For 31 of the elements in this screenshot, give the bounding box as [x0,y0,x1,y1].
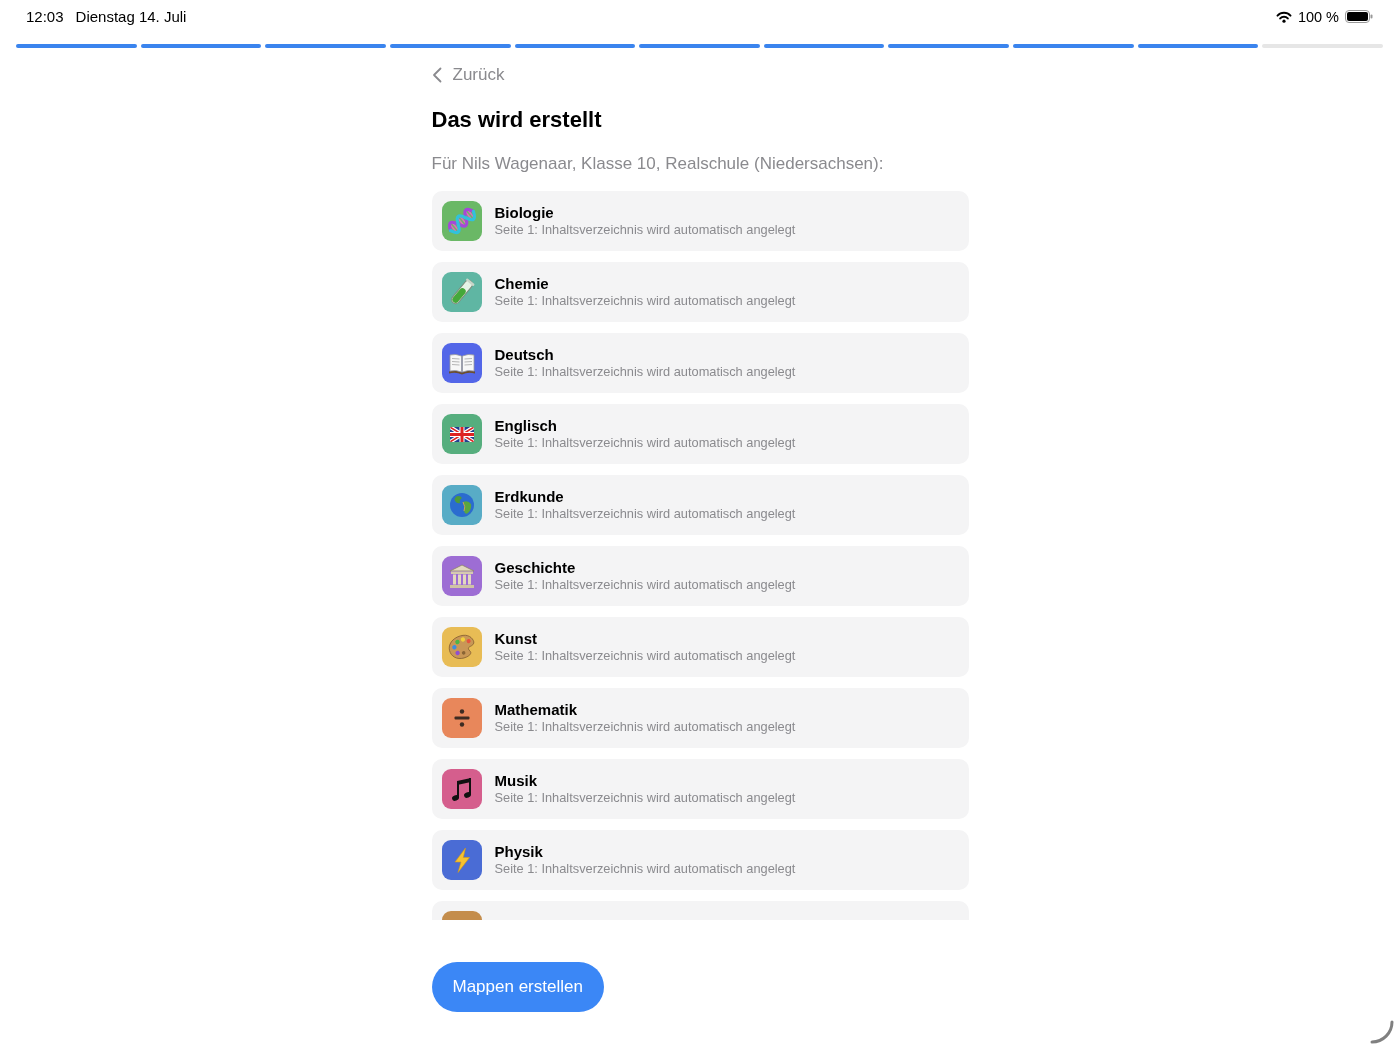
subject-title: Kunst [494,630,537,648]
page-title: Das wird erstellt [431,106,602,134]
battery-icon [1345,10,1373,23]
subject-title: Biologie [494,204,554,222]
status-time: 12:03 [26,8,64,25]
subject-description: Seite 1: Inhaltsverzeichnis wird automatisch angelegt [494,719,796,735]
subject-description: Seite 1: Inhaltsverzeichnis wird automatisch angelegt [494,222,796,238]
subject-description: Seite 1: Inhaltsverzeichnis wird automatisch angelegt [494,506,796,522]
subject-description: Seite 1: Inhaltsverzeichnis wird automatisch angelegt [494,364,796,380]
page-subtitle: Für Nils Wagenaar, Klasse 10, Realschule (Niedersachsen): [431,153,884,175]
chevron-left-icon [431,67,442,83]
back-button[interactable]: Zurück [431,64,505,86]
subject-description: Seite 1: Inhaltsverzeichnis wird automatisch angelegt [494,577,796,593]
subject-description: Seite 1: Inhaltsverzeichnis wird automatisch angelegt [494,790,796,806]
subject-title: Mathematik [494,701,578,719]
subject-title: Englisch [494,417,557,435]
subject-title: Physik [494,843,543,861]
battery-percentage: 100 % [1297,8,1339,25]
subject-title: Chemie [494,275,549,293]
subject-description: Seite 1: Inhaltsverzeichnis wird automatisch angelegt [494,648,796,664]
subject-title: Erdkunde [494,488,564,506]
status-date: Dienstag 14. Juli [75,8,187,25]
subject-description: Seite 1: Inhaltsverzeichnis wird automatisch angelegt [494,861,796,877]
subject-title: Deutsch [494,346,554,364]
subject-description: Seite 1: Inhaltsverzeichnis wird automatisch angelegt [494,293,796,309]
subject-title: Musik [494,772,537,790]
create-button[interactable]: Mappen erstellen [431,962,604,1012]
wifi-icon [1275,10,1292,23]
subject-title: Geschichte [494,559,576,577]
corner-arc-icon[interactable] [1369,1019,1395,1045]
subject-description: Seite 1: Inhaltsverzeichnis wird automatisch angelegt [494,435,796,451]
